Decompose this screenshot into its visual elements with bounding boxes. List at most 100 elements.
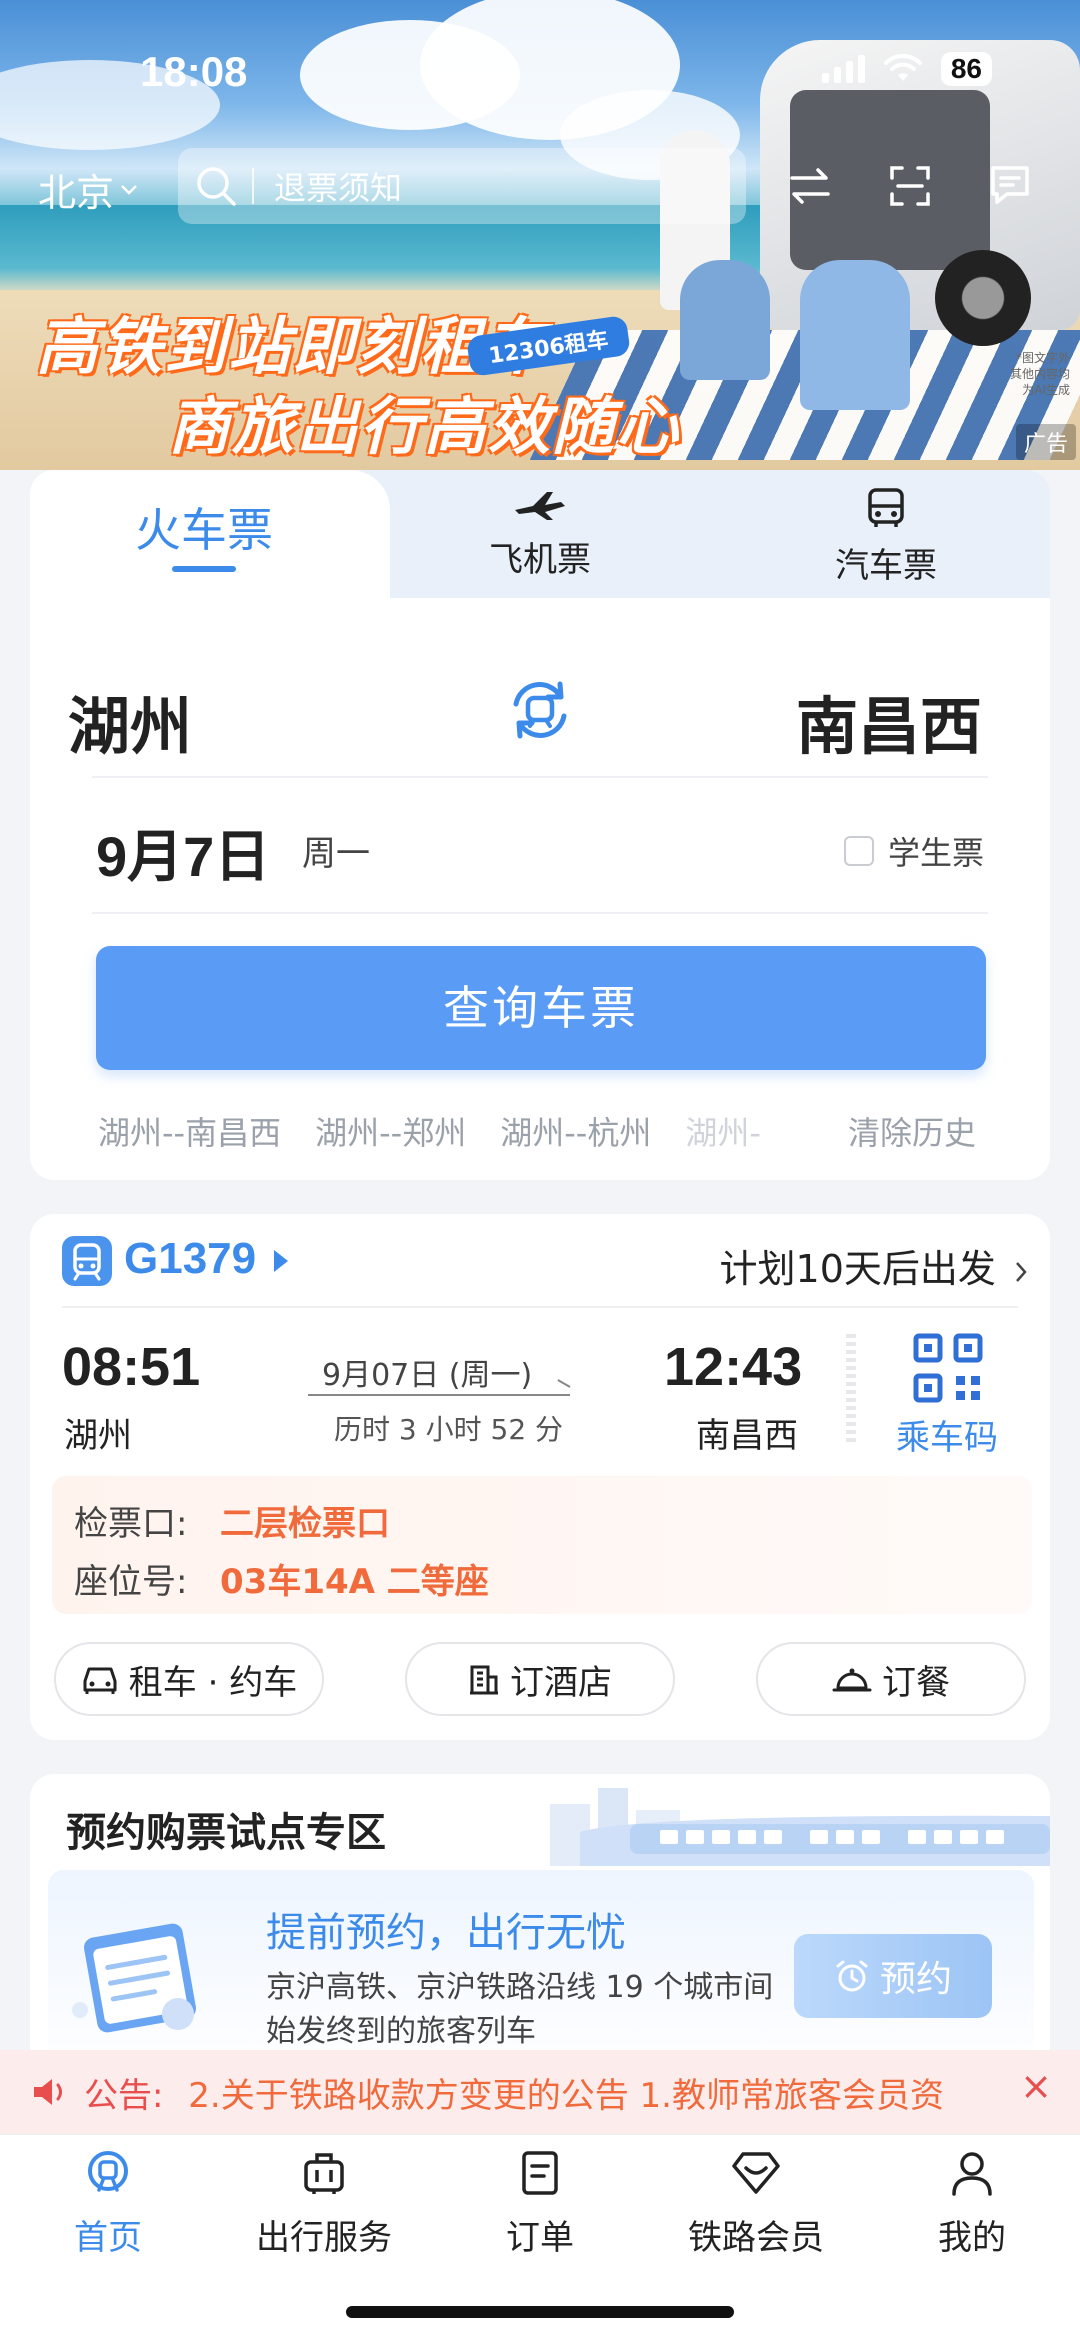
nav-orders-label: 订单 [506,2218,574,2258]
chevron-down-icon [121,184,137,195]
ticket-type-tabs: 火车票 飞机票 汽车票 [30,470,1050,600]
tab-train-label: 火车票 [135,503,273,557]
status-indicators: 86 [821,52,992,86]
history-item[interactable]: 湖州- [685,1108,761,1154]
query-tickets-button[interactable]: 查询车票 [96,946,986,1070]
nav-travel-services[interactable]: 出行服务 [224,2150,424,2259]
departure-station[interactable]: 湖州 [68,676,192,766]
car-wheel-illustration [935,250,1031,346]
reservation-description: 京沪高铁、京沪铁路沿线 19 个城市间始发终到的旅客列车 [266,1970,774,2049]
cellular-signal-icon [821,55,865,83]
search-divider [252,168,254,204]
diamond-icon [732,2152,780,2194]
dashed-separator [846,1334,856,1444]
swap-stations-button[interactable] [500,670,580,750]
wifi-icon [883,54,922,81]
home-train-icon [88,2151,128,2192]
swap-icon [513,681,567,739]
home-indicator [346,2306,734,2318]
search-icon [197,167,236,206]
boarding-code-label[interactable]: 乘车码 [896,1410,998,1459]
announcement-body: 2.关于铁路收款方变更的公告 1.教师常旅客会员资 [188,2076,944,2116]
nav-orders[interactable]: 订单 [440,2150,640,2259]
tab-bus-label: 汽车票 [835,546,937,586]
tab-active-indicator [172,566,236,572]
train-skyline-illustration [520,1774,1050,1866]
trip-departure-station: 湖州 [64,1416,132,1456]
trip-plan-link[interactable]: 计划10天后出发 [720,1238,1028,1293]
city-label: 北京 [38,171,115,215]
order-list-icon [522,2151,558,2195]
student-ticket-toggle[interactable]: 学生票 [843,828,984,874]
car-icon [83,1667,117,1694]
caret-right-icon [274,1250,288,1272]
hotel-icon [470,1665,498,1695]
person-illustration [800,260,910,410]
search-bar[interactable]: 退票须知 [178,148,746,224]
nav-membership[interactable]: 铁路会员 [656,2150,856,2259]
reserve-button-label: 预约 [879,1959,952,2000]
message-icon[interactable] [984,160,1036,212]
trip-arrow-line [308,1394,570,1396]
reserve-button[interactable]: 预约 [794,1934,992,2018]
student-ticket-checkbox[interactable] [843,836,874,866]
person-illustration [680,260,770,380]
arrival-station[interactable]: 南昌西 [796,676,982,766]
scan-icon[interactable] [884,160,936,212]
reservation-subtitle: 提前预约，出行无忧 [266,1910,626,1956]
reservation-title: 预约购票试点专区 [66,1810,386,1856]
tab-flight-label: 飞机票 [489,540,591,580]
close-icon[interactable]: × [1020,2064,1052,2108]
meal-cloche-icon [832,1668,872,1692]
divider [62,1306,1018,1308]
alarm-clock-icon [836,1960,868,1992]
qr-code-icon[interactable] [912,1332,984,1404]
history-item[interactable]: 湖州--郑州 [315,1108,466,1154]
nav-profile-label: 我的 [938,2218,1006,2258]
history-item[interactable]: 湖州--杭州 [500,1108,651,1154]
nav-travel-services-label: 出行服务 [256,2218,392,2258]
nav-profile[interactable]: 我的 [872,2150,1072,2259]
speaker-icon [34,2079,62,2105]
seat-label: 座位号: [74,1562,188,1602]
gate-value: 二层检票口 [220,1504,390,1544]
seat-info-box [52,1476,1032,1614]
trip-plan-text: 计划10天后出发 [719,1247,996,1291]
train-number[interactable]: G1379 [124,1234,256,1284]
gate-label: 检票口: [74,1504,188,1544]
student-ticket-label: 学生票 [887,834,984,872]
car-rental-button[interactable]: 租车 · 约车 [54,1642,324,1716]
order-meal-label: 订餐 [882,1662,950,1703]
order-meal-button[interactable]: 订餐 [756,1642,1026,1716]
airplane-icon [515,492,565,520]
battery-indicator: 86 [940,52,992,86]
travel-date[interactable]: 9月7日 [96,812,270,893]
nav-home-label: 首页 [74,2218,142,2258]
nav-home[interactable]: 首页 [8,2150,208,2259]
book-hotel-button[interactable]: 订酒店 [405,1642,675,1716]
banner-note: *图文字外 其他内容均为AI生成 [1010,351,1071,397]
exchange-icon[interactable] [784,160,836,212]
banner-slogan-line2: 商旅出行高效随心 [168,390,681,463]
suitcase-icon [304,2153,344,2194]
car-rental-label: 租车 · 约车 [128,1662,298,1703]
departure-time: 08:51 [62,1337,201,1397]
history-item[interactable]: 湖州--南昌西 [98,1108,281,1154]
bus-icon [868,488,904,527]
trip-date: 9月07日 (周一) [322,1358,533,1393]
calendar-illustration [60,1910,220,2040]
arrival-time: 12:43 [664,1337,803,1397]
search-placeholder: 退票须知 [274,169,403,207]
clear-history-button[interactable]: 清除历史 [848,1108,976,1154]
ad-label: 广告 [1015,424,1076,460]
announcement-text[interactable]: 公告: 2.关于铁路收款方变更的公告 1.教师常旅客会员资 [84,2068,944,2117]
travel-weekday: 周一 [302,834,370,874]
tab-train[interactable]: 火车票 [30,470,390,600]
chevron-right-icon [1016,1261,1027,1282]
tab-flight[interactable]: 飞机票 [450,488,630,581]
tab-bus[interactable]: 汽车票 [796,488,976,587]
trip-duration: 历时 3 小时 52 分 [334,1413,564,1446]
city-selector[interactable]: 北京 [38,162,138,217]
divider [92,912,988,914]
status-time: 18:08 [140,48,248,95]
